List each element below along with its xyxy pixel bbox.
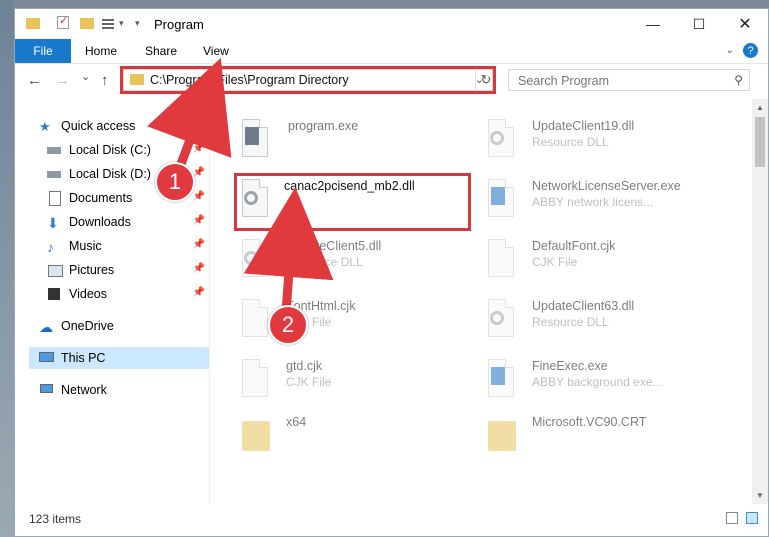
arrow-to-dll-file xyxy=(243,187,334,313)
arrow-to-address-bar xyxy=(147,57,232,174)
step-1-callout: 1 xyxy=(155,162,195,202)
annotation-arrows xyxy=(147,57,334,313)
step-2-callout: 2 xyxy=(268,305,308,345)
